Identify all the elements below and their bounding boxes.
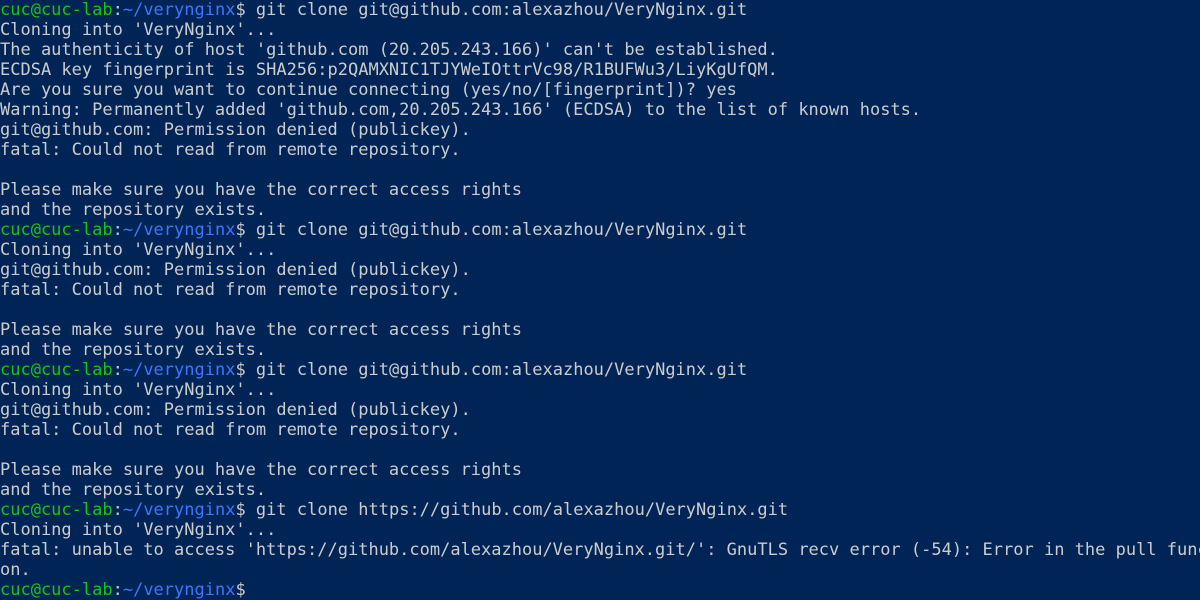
output-line: Please make sure you have the correct ac… xyxy=(0,460,522,480)
prompt-line: cuc@cuc-lab:~/verynginx$ git clone git@g… xyxy=(0,360,1200,380)
output-line: git@github.com: Permission denied (publi… xyxy=(0,260,471,280)
output-line: fatal: Could not read from remote reposi… xyxy=(0,420,461,440)
output-line: Cloning into 'VeryNginx'... xyxy=(0,240,277,260)
prompt-path: ~/verynginx xyxy=(122,580,236,600)
output-line: git@github.com: Permission denied (publi… xyxy=(0,400,471,420)
output-line: and the repository exists. xyxy=(0,200,267,220)
prompt-path: ~/verynginx xyxy=(122,500,236,520)
output-line: Are you sure you want to continue connec… xyxy=(0,80,737,100)
prompt-symbol: $ xyxy=(235,500,246,520)
terminal-window[interactable]: cuc@cuc-lab:~/verynginx$ git clone git@g… xyxy=(0,0,1200,600)
command-text: git clone git@github.com:alexazhou/VeryN… xyxy=(245,0,748,20)
prompt-separator: : xyxy=(112,580,123,600)
prompt-line: cuc@cuc-lab:~/verynginx$ xyxy=(0,580,1200,600)
prompt-symbol: $ xyxy=(235,580,246,600)
prompt-user-host: cuc@cuc-lab xyxy=(0,220,113,240)
prompt-separator: : xyxy=(112,220,123,240)
prompt-separator: : xyxy=(112,500,123,520)
output-line: Cloning into 'VeryNginx'... xyxy=(0,520,277,540)
output-line: on. xyxy=(0,560,31,580)
output-line: ECDSA key fingerprint is SHA256:p2QAMXNI… xyxy=(0,60,778,80)
output-line: Warning: Permanently added 'github.com,2… xyxy=(0,100,922,120)
output-line: Cloning into 'VeryNginx'... xyxy=(0,20,277,40)
prompt-user-host: cuc@cuc-lab xyxy=(0,580,113,600)
command-text: git clone https://github.com/alexazhou/V… xyxy=(245,500,789,520)
output-line: Please make sure you have the correct ac… xyxy=(0,320,522,340)
command-text: git clone git@github.com:alexazhou/VeryN… xyxy=(245,220,748,240)
prompt-separator: : xyxy=(112,0,123,20)
prompt-path: ~/verynginx xyxy=(122,220,236,240)
prompt-user-host: cuc@cuc-lab xyxy=(0,500,113,520)
prompt-symbol: $ xyxy=(235,220,246,240)
prompt-user-host: cuc@cuc-lab xyxy=(0,360,113,380)
output-line: fatal: unable to access 'https://github.… xyxy=(0,540,1200,560)
prompt-separator: : xyxy=(112,360,123,380)
prompt-symbol: $ xyxy=(235,360,246,380)
prompt-symbol: $ xyxy=(235,0,246,20)
output-line: and the repository exists. xyxy=(0,340,267,360)
prompt-line: cuc@cuc-lab:~/verynginx$ git clone git@g… xyxy=(0,220,1200,240)
output-line: and the repository exists. xyxy=(0,480,267,500)
prompt-user-host: cuc@cuc-lab xyxy=(0,0,113,20)
output-line: fatal: Could not read from remote reposi… xyxy=(0,140,461,160)
output-line: The authenticity of host 'github.com (20… xyxy=(0,40,778,60)
output-line: Cloning into 'VeryNginx'... xyxy=(0,380,277,400)
prompt-line: cuc@cuc-lab:~/verynginx$ git clone git@g… xyxy=(0,0,1200,20)
output-line: git@github.com: Permission denied (publi… xyxy=(0,120,471,140)
prompt-path: ~/verynginx xyxy=(122,360,236,380)
output-line: Please make sure you have the correct ac… xyxy=(0,180,522,200)
command-text: git clone git@github.com:alexazhou/VeryN… xyxy=(245,360,748,380)
output-line: fatal: Could not read from remote reposi… xyxy=(0,280,461,300)
prompt-line: cuc@cuc-lab:~/verynginx$ git clone https… xyxy=(0,500,1200,520)
prompt-path: ~/verynginx xyxy=(122,0,236,20)
